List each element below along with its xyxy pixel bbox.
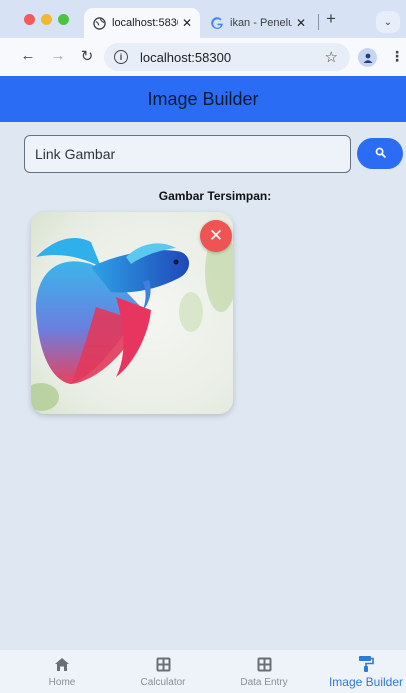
browser-tab-google[interactable]: ikan - Penelusuran Google ✕: [204, 8, 312, 38]
nav-label: Data Entry: [240, 677, 288, 688]
globe-icon: [92, 16, 106, 30]
browser-toolbar: ← → ↻ i localhost:58300 ☆ ⋮: [0, 38, 406, 76]
page-title: Image Builder: [147, 88, 259, 109]
more-menu-icon[interactable]: ⋮: [390, 48, 404, 65]
nav-item-data-entry[interactable]: Data Entry: [224, 654, 304, 688]
reload-icon[interactable]: ↻: [77, 47, 97, 65]
tab-title: ikan - Penelusuran Google: [230, 17, 292, 29]
nav-label: Home: [48, 677, 76, 688]
nav-label: Calculator: [140, 677, 186, 688]
back-arrow-icon[interactable]: ←: [18, 47, 38, 64]
app-header: Image Builder: [0, 76, 406, 122]
window-close-button[interactable]: [24, 14, 35, 25]
forward-arrow-icon[interactable]: →: [48, 47, 68, 64]
new-tab-icon[interactable]: +: [326, 9, 336, 29]
tab-divider: [318, 14, 319, 30]
window-zoom-button[interactable]: [58, 14, 69, 25]
home-icon: [54, 654, 70, 674]
calculator-icon: [156, 654, 171, 674]
google-icon: [210, 16, 224, 30]
nav-item-home[interactable]: Home: [22, 654, 102, 688]
close-icon: ✕: [208, 226, 224, 245]
image-link-input[interactable]: [24, 135, 351, 173]
bottom-navigation-bar: Home Calculator Data Entry Image Builder: [0, 649, 406, 693]
nav-item-image-builder[interactable]: Image Builder: [326, 654, 406, 689]
tab-title: localhost:58300: [112, 17, 178, 29]
nav-label: Image Builder: [328, 675, 404, 689]
bookmark-star-icon[interactable]: ☆: [325, 48, 338, 66]
chevron-down-icon[interactable]: ⌄: [376, 11, 400, 33]
close-tab-icon[interactable]: ✕: [296, 16, 306, 30]
browser-tab-strip: localhost:58300 ✕ ikan - Penelusuran Goo…: [0, 0, 406, 38]
search-icon: [375, 146, 386, 161]
info-icon[interactable]: i: [114, 50, 128, 64]
nav-item-calculator[interactable]: Calculator: [123, 654, 203, 688]
saved-images-title: Gambar Tersimpan:: [158, 189, 272, 203]
delete-image-button[interactable]: ✕: [200, 220, 232, 252]
close-tab-icon[interactable]: ✕: [182, 16, 192, 30]
window-minimize-button[interactable]: [41, 14, 52, 25]
browser-tab-localhost[interactable]: localhost:58300 ✕: [84, 8, 200, 38]
url-text: localhost:58300: [140, 49, 232, 65]
address-bar[interactable]: i localhost:58300 ☆: [104, 43, 350, 71]
paint-roller-icon: [358, 654, 374, 674]
data-entry-icon: [257, 654, 272, 674]
search-button[interactable]: [357, 138, 403, 169]
profile-avatar-icon[interactable]: [358, 48, 377, 67]
